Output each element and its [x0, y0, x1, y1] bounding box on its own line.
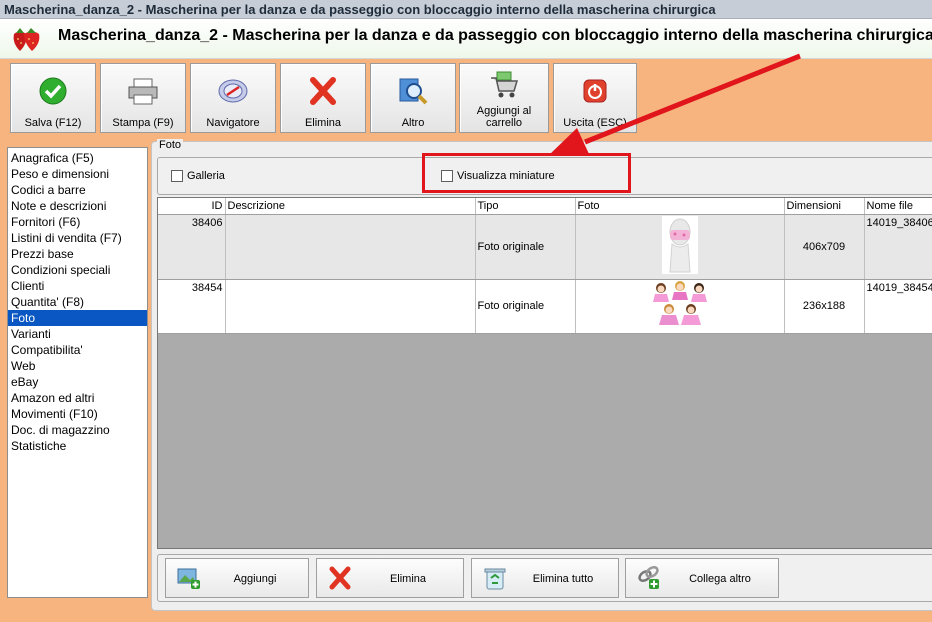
cell-foto [575, 214, 785, 280]
ballerinas-thumbnail [648, 279, 711, 330]
cell-dimensioni: 236x188 [784, 279, 865, 334]
other-button[interactable]: Altro [370, 63, 456, 133]
strawberries-icon [13, 28, 40, 51]
navigator-button[interactable]: Navigatore [190, 63, 276, 133]
window-title: Mascherina_danza_2 - Mascherina per la d… [4, 2, 716, 17]
sidebar-item-fornitori[interactable]: Fornitori (F6) [8, 214, 147, 230]
galleria-label: Galleria [187, 170, 225, 182]
sidebar-item-clienti[interactable]: Clienti [8, 278, 147, 294]
column-header-descrizione[interactable]: Descrizione [225, 198, 476, 215]
recycle-bin-icon [484, 568, 506, 590]
add-to-cart-label: Aggiungi al carrello [476, 105, 532, 129]
sidebar-item-compatibilita[interactable]: Compatibilita' [8, 342, 147, 358]
galleria-checkbox[interactable]: Galleria [171, 170, 225, 182]
save-button[interactable]: Salva (F12) [10, 63, 96, 133]
cell-nome-file: 14019_38454 [864, 279, 932, 334]
cell-id: 38454 [158, 279, 226, 334]
power-icon [583, 79, 607, 103]
add-image-icon [177, 568, 200, 589]
column-header-nome-file[interactable]: Nome file [864, 198, 932, 215]
navigator-label: Navigatore [206, 117, 260, 129]
cell-foto [575, 279, 785, 334]
delete-all-button[interactable]: Elimina tutto [471, 558, 619, 598]
sidebar-item-condizioni[interactable]: Condizioni speciali [8, 262, 147, 278]
link-other-label: Collega altro [689, 573, 751, 585]
cell-descrizione[interactable] [225, 279, 476, 334]
green-check-icon [39, 77, 67, 105]
delete-button[interactable]: Elimina [280, 63, 366, 133]
photo-grid[interactable]: ID Descrizione Tipo Foto Dimensioni Nome… [157, 197, 932, 549]
add-to-cart-button[interactable]: Aggiungi al carrello [459, 63, 549, 133]
annotation-highlight-box [422, 153, 631, 193]
save-label: Salva (F12) [24, 117, 82, 129]
add-photo-button[interactable]: Aggiungi [165, 558, 309, 598]
window-title-bar: Mascherina_danza_2 - Mascherina per la d… [0, 0, 932, 19]
sidebar-item-ebay[interactable]: eBay [8, 374, 147, 390]
print-button[interactable]: Stampa (F9) [100, 63, 186, 133]
exit-button[interactable]: Uscita (ESC) [553, 63, 637, 133]
link-add-icon [638, 566, 659, 589]
sidebar-nav: Anagrafica (F5) Peso e dimensioni Codici… [7, 147, 148, 598]
cell-tipo: Foto originale [475, 214, 576, 280]
sidebar-item-note-descrizioni[interactable]: Note e descrizioni [8, 198, 147, 214]
cell-dimensioni: 406x709 [784, 214, 865, 280]
header: Mascherina_danza_2 - Mascherina per la d… [0, 19, 932, 59]
add-photo-label: Aggiungi [233, 573, 277, 585]
sidebar-item-peso-dimensioni[interactable]: Peso e dimensioni [8, 166, 147, 182]
sidebar-item-movimenti[interactable]: Movimenti (F10) [8, 406, 147, 422]
galleria-checkbox-box[interactable] [171, 170, 183, 182]
page-title: Mascherina_danza_2 - Mascherina per la d… [58, 27, 932, 44]
link-other-button[interactable]: Collega altro [625, 558, 779, 598]
delete-all-label: Elimina tutto [532, 573, 594, 585]
photo-table: ID Descrizione Tipo Foto Dimensioni Nome… [158, 198, 932, 334]
sidebar-item-codici-barre[interactable]: Codici a barre [8, 182, 147, 198]
mannequin-mask-thumbnail [661, 216, 698, 274]
cell-descrizione[interactable] [225, 214, 476, 280]
sidebar-item-doc-magazzino[interactable]: Doc. di magazzino [8, 422, 147, 438]
column-header-foto[interactable]: Foto [575, 198, 785, 215]
sidebar-item-web[interactable]: Web [8, 358, 147, 374]
sidebar-item-foto[interactable]: Foto [8, 310, 147, 326]
sidebar-item-statistiche[interactable]: Statistiche [8, 438, 147, 454]
table-header-row: ID Descrizione Tipo Foto Dimensioni Nome… [158, 198, 932, 215]
cell-id: 38406 [158, 214, 226, 280]
print-label: Stampa (F9) [112, 117, 174, 129]
sidebar-item-amazon[interactable]: Amazon ed altri [8, 390, 147, 406]
delete-photo-button[interactable]: Elimina [316, 558, 464, 598]
sidebar-item-prezzi-base[interactable]: Prezzi base [8, 246, 147, 262]
red-x-icon [310, 77, 336, 105]
column-header-tipo[interactable]: Tipo [475, 198, 576, 215]
other-label: Altro [401, 117, 425, 129]
column-header-id[interactable]: ID [158, 198, 226, 215]
cart-icon [491, 71, 519, 98]
delete-label: Elimina [304, 117, 342, 129]
red-x-icon [329, 566, 351, 590]
compass-icon [218, 79, 248, 103]
column-header-dimensioni[interactable]: Dimensioni [784, 198, 865, 215]
cell-tipo: Foto originale [475, 279, 576, 334]
sidebar-item-listini[interactable]: Listini di vendita (F7) [8, 230, 147, 246]
printer-icon [128, 78, 158, 105]
sidebar-item-varianti[interactable]: Varianti [8, 326, 147, 342]
exit-label: Uscita (ESC) [563, 117, 627, 129]
sidebar-item-anagrafica[interactable]: Anagrafica (F5) [8, 150, 147, 166]
cell-nome-file: 14019_38406 [864, 214, 932, 280]
foto-panel-legend: Foto [157, 139, 184, 151]
table-row[interactable]: 38406 Foto originale 406x709 14019_38406 [158, 214, 932, 280]
table-row[interactable]: 38454 Foto originale 236x188 14019_38454 [158, 279, 932, 334]
sidebar-item-quantita[interactable]: Quantita' (F8) [8, 294, 147, 310]
magnifier-icon [399, 78, 428, 105]
delete-photo-label: Elimina [389, 573, 427, 585]
